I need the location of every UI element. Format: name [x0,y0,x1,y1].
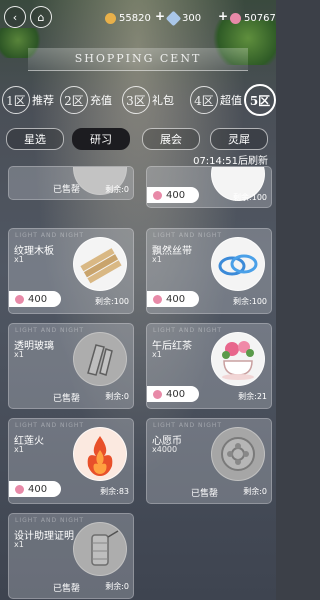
price-value: 400 [166,293,186,305]
shop-item-card[interactable]: LIGHT AND NIGHT 红莲火 x1 400 剩余:83 [8,418,134,504]
zone-number: 4区 [190,86,218,114]
card-watermark: LIGHT AND NIGHT [15,232,85,239]
zone-3[interactable]: 3区 礼包 [122,82,174,118]
red-lotus-fire-icon [73,427,127,481]
zone-number: 2区 [60,86,88,114]
price-value: 400 [166,189,186,201]
item-quantity: x1 [152,255,162,264]
card-watermark: LIGHT AND NIGHT [153,327,223,334]
remaining-count: 剩余:100 [95,297,129,306]
pink-gem-currency: 50767 [230,10,276,26]
pink-gem-icon [153,190,162,200]
price-tag[interactable]: 400 [147,291,199,307]
zone-2[interactable]: 2区 充值 [60,82,112,118]
item-quantity: x1 [152,350,162,359]
glass-pane-icon [73,332,127,386]
tea-cup-icon [211,332,265,386]
item-quantity: x1 [14,445,24,454]
pink-gem-icon [153,389,162,399]
remaining-count: 剩余:100 [233,297,267,306]
item-quantity: x1 [14,255,24,264]
shop-item-card[interactable]: LIGHT AND NIGHT 飘然丝带 x1 400 剩余:100 [146,228,272,314]
remaining-count: 剩余:21 [238,392,267,401]
price-tag: 400 [147,187,199,203]
zone-number: 3区 [122,86,150,114]
refresh-timer: 07:14:51后刷新 [193,156,268,167]
card-watermark: LIGHT AND NIGHT [153,232,223,239]
remaining-count: 剩余:0 [105,392,129,401]
zone-label: 充值 [90,94,112,107]
shopping-center-banner: SHOPPING CENT [28,48,248,71]
sold-out-label: 已售罄 [53,185,81,195]
zone-selector: 1区 推荐 2区 充值 3区 礼包 4区 超值 5区 [0,82,276,120]
tab-xingxuan[interactable]: 星选 [6,128,64,150]
top-bar: ‹ ⌂ 55820 + 300 + 50767 [0,0,276,40]
add-diamond-button[interactable]: + [218,9,228,23]
price-value: 400 [28,293,48,305]
shop-item-card[interactable]: LIGHT AND NIGHT 午后红茶 x1 400 剩余:21 [146,323,272,409]
sold-out-label: 已售罄 [53,394,81,404]
zone-1[interactable]: 1区 推荐 [2,82,54,118]
shop-item-card[interactable]: 400 剩余:100 [146,166,272,208]
gold-currency: 55820 [105,10,151,26]
item-quantity: x1 [14,540,24,549]
category-tabs: 星选 研习 展会 灵犀 [6,128,276,150]
zone-5[interactable]: 5区 [244,82,276,118]
remaining-count: 剩余:0 [243,487,267,496]
price-value: 400 [28,483,48,495]
diamond-currency: 300 [165,10,202,26]
back-icon[interactable]: ‹ [4,6,26,28]
card-watermark: LIGHT AND NIGHT [153,422,223,429]
card-watermark: LIGHT AND NIGHT [15,422,85,429]
pink-gem-icon [153,294,162,304]
shop-item-card[interactable]: 已售罄 剩余:0 [8,166,134,200]
home-icon[interactable]: ⌂ [30,6,52,28]
pink-gem-icon [230,12,241,24]
sold-out-label: 已售罄 [191,489,219,499]
wood-board-icon [73,237,127,291]
wish-coin-icon [211,427,265,481]
zone-4[interactable]: 4区 超值 [190,82,242,118]
zone-label: 超值 [220,94,242,107]
pink-gem-icon [15,294,24,304]
zone-label: 礼包 [152,94,174,107]
card-watermark: LIGHT AND NIGHT [15,327,85,334]
tab-yanxi[interactable]: 研习 [72,128,130,150]
add-gold-button[interactable]: + [155,9,165,23]
diamond-icon [165,10,182,26]
diamond-amount: 300 [182,12,202,24]
item-quantity: x4000 [152,445,178,454]
shop-item-card[interactable]: LIGHT AND NIGHT 纹理木板 x1 400 剩余:100 [8,228,134,314]
price-tag[interactable]: 400 [147,386,199,402]
remaining-count: 剩余:0 [105,582,129,591]
ribbon-icon [211,237,265,291]
gold-coin-icon [105,12,116,24]
thread-spool-icon [73,522,127,576]
gold-amount: 55820 [119,12,151,24]
price-tag[interactable]: 400 [9,291,61,307]
shop-item-card[interactable]: LIGHT AND NIGHT 设计助理证明 x1 已售罄 剩余:0 [8,513,134,599]
card-watermark: LIGHT AND NIGHT [15,517,85,524]
sold-out-label: 已售罄 [53,584,81,594]
item-quantity: x1 [14,350,24,359]
shop-item-card[interactable]: LIGHT AND NIGHT 透明玻璃 x1 已售罄 剩余:0 [8,323,134,409]
price-tag[interactable]: 400 [9,481,61,497]
zone-number: 1区 [2,86,30,114]
remaining-count: 剩余:100 [233,193,267,202]
tab-lingxi[interactable]: 灵犀 [210,128,268,150]
zone-label: 推荐 [32,94,54,107]
tab-zhanhui[interactable]: 展会 [142,128,200,150]
remaining-count: 剩余:0 [105,185,129,194]
shop-item-card[interactable]: LIGHT AND NIGHT 心愿币 x4000 已售罄 剩余:0 [146,418,272,504]
pink-gem-icon [15,484,24,494]
remaining-count: 剩余:83 [100,487,129,496]
price-value: 400 [166,388,186,400]
zone-number: 5区 [244,84,276,116]
pink-gem-amount: 50767 [244,12,276,24]
